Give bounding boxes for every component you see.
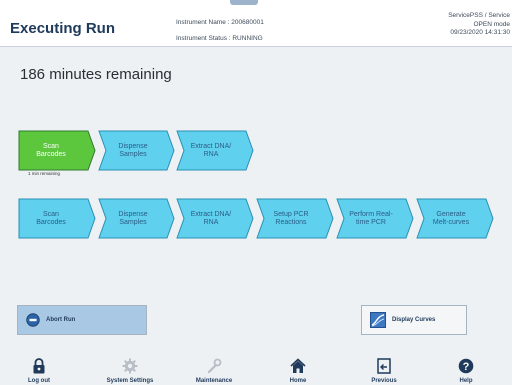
step-label: Extract DNA/RNA — [190, 142, 232, 158]
curve-chart-icon — [370, 312, 386, 328]
step-setup-pcr-reactions: Setup PCR Reactions — [256, 198, 334, 239]
instrument-info: Instrument Name : 200680001 Instrument S… — [176, 15, 264, 47]
step-label: Setup PCR Reactions — [273, 210, 309, 226]
previous-button[interactable]: Previous — [349, 358, 419, 384]
step-dispense-samples: Dispense Samples — [98, 198, 175, 239]
step-label: Extract DNA/RNA — [190, 210, 232, 226]
wrench-icon — [207, 358, 222, 374]
help-icon: ? — [458, 358, 474, 374]
lock-icon — [33, 358, 45, 374]
home-icon — [290, 358, 306, 373]
mode-label: OPEN mode — [473, 20, 511, 28]
step-scan-barcodes: Scan Barcodes — [18, 198, 96, 239]
bottom-nav: Log out System Settings Maintenance Home — [0, 350, 512, 385]
gear-icon — [122, 358, 138, 374]
header-bar: Executing Run Instrument Name : 20068000… — [0, 0, 512, 47]
step-dispense-samples: Dispense Samples — [98, 130, 175, 171]
step-perform-real-time-pcr: Perform Real-time PCR — [336, 198, 414, 239]
datetime: 09/23/2020 14:31:30 — [450, 29, 510, 36]
step-label: Perform Real-time PCR — [349, 210, 393, 226]
system-settings-label: System Settings — [106, 378, 154, 384]
home-label: Home — [289, 378, 307, 384]
stop-icon — [26, 313, 40, 327]
display-curves-label: Display Curves — [392, 317, 436, 323]
user-name: ServicePSS / Service — [448, 12, 510, 19]
step-label: Dispense Samples — [118, 210, 148, 226]
abort-run-button[interactable]: Abort Run — [17, 305, 147, 335]
time-remaining: 186 minutes remaining — [20, 66, 172, 83]
step-label: Dispense Samples — [118, 142, 148, 158]
logout-button[interactable]: Log out — [4, 358, 74, 384]
instrument-name: Instrument Name : 200680001 — [176, 19, 264, 26]
home-button[interactable]: Home — [263, 358, 333, 384]
step-generate-melt-curves: Generate Melt-curves — [416, 198, 494, 239]
step-sub-status: 1 min remaining — [28, 171, 61, 176]
previous-label: Previous — [371, 378, 397, 384]
svg-text:?: ? — [463, 361, 470, 373]
step-extract-dna-rna: Extract DNA/RNA — [176, 198, 254, 239]
page-title: Executing Run — [10, 20, 116, 37]
step-scan-barcodes-active: Scan Barcodes — [18, 130, 96, 171]
header-tab-handle[interactable] — [230, 0, 258, 5]
step-label: Scan Barcodes — [36, 210, 66, 226]
help-button[interactable]: ? Help — [431, 358, 501, 384]
step-label: Generate Melt-curves — [432, 210, 470, 226]
display-curves-button[interactable]: Display Curves — [361, 305, 467, 335]
abort-run-label: Abort Run — [46, 317, 76, 323]
maintenance-button[interactable]: Maintenance — [179, 358, 249, 384]
previous-icon — [377, 358, 391, 374]
step-label: Scan Barcodes — [36, 142, 66, 158]
maintenance-label: Maintenance — [195, 378, 233, 384]
step-extract-dna-rna: Extract DNA/RNA — [176, 130, 254, 171]
logout-label: Log out — [28, 378, 50, 384]
system-settings-button[interactable]: System Settings — [95, 358, 165, 384]
instrument-status: Instrument Status : RUNNING — [176, 35, 263, 42]
user-info: ServicePSS / Service OPEN mode 09/23/202… — [448, 12, 510, 38]
help-label: Help — [459, 378, 473, 384]
